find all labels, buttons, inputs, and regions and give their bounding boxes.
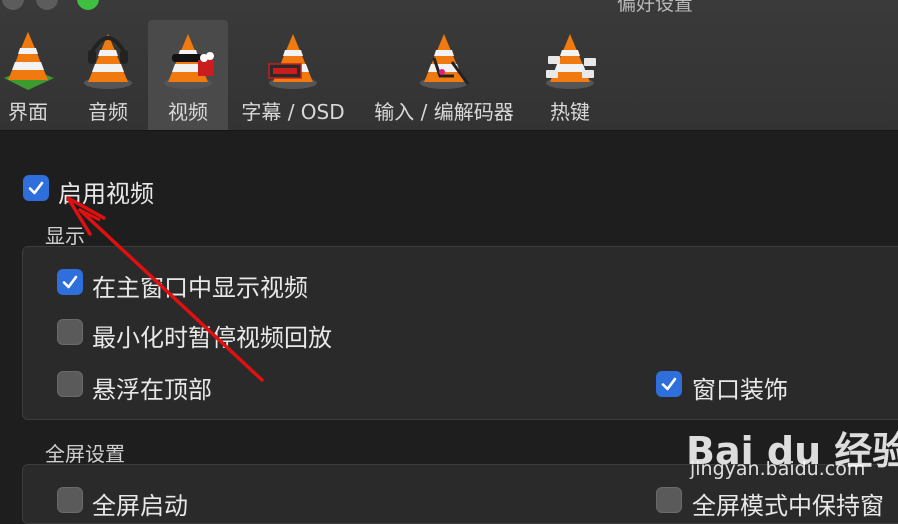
watermark-url: jingyan.baidu.com — [690, 458, 866, 480]
baidu-watermark: Bai du 经验 jingyan.baidu.com — [686, 400, 898, 500]
